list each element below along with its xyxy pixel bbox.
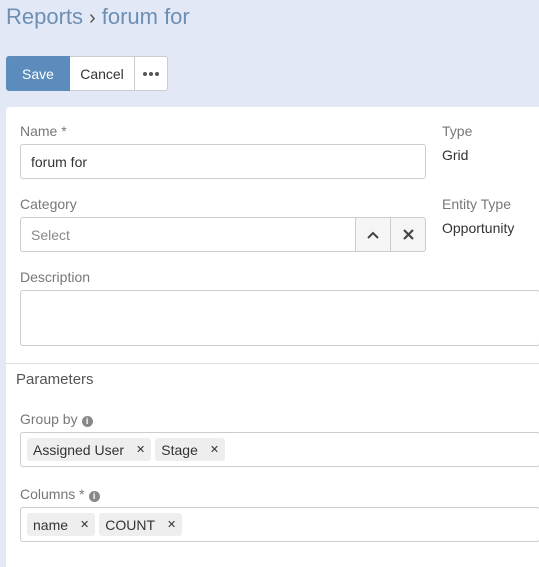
parameters-heading: Parameters (16, 371, 94, 388)
breadcrumb: Reports › forum for (6, 4, 190, 30)
remove-tag-icon[interactable]: ✕ (136, 443, 145, 456)
breadcrumb-separator: › (89, 7, 96, 29)
cancel-button[interactable]: Cancel (70, 56, 135, 91)
type-value: Grid (442, 147, 469, 163)
breadcrumb-current: forum for (101, 4, 190, 29)
column-tag: name ✕ (27, 513, 96, 536)
columns-field[interactable]: name ✕ COUNT ✕ (20, 507, 539, 542)
remove-tag-icon[interactable]: ✕ (80, 518, 89, 531)
group-by-field[interactable]: Assigned User ✕ Stage ✕ (20, 432, 539, 467)
name-label: Name * (20, 123, 67, 139)
description-label: Description (20, 269, 91, 285)
info-icon[interactable]: i (81, 416, 93, 427)
breadcrumb-root[interactable]: Reports (6, 4, 83, 29)
group-by-tag: Stage ✕ (155, 438, 226, 461)
close-icon (402, 229, 414, 240)
save-button[interactable]: Save (6, 56, 70, 91)
entity-type-label: Entity Type (442, 196, 512, 212)
category-input[interactable]: Select (20, 217, 356, 252)
info-icon[interactable]: i (88, 491, 100, 502)
category-label: Category (20, 196, 77, 212)
category-expand-button[interactable] (356, 217, 391, 252)
remove-tag-icon[interactable]: ✕ (210, 443, 219, 456)
ellipsis-icon (143, 71, 159, 76)
more-actions-button[interactable] (135, 56, 168, 91)
group-by-label: Group by i (20, 411, 93, 427)
remove-tag-icon[interactable]: ✕ (167, 518, 176, 531)
action-toolbar: Save Cancel (6, 56, 168, 91)
description-textarea[interactable] (20, 290, 539, 346)
entity-type-value: Opportunity (442, 220, 515, 236)
category-select: Select (20, 217, 426, 252)
columns-label: Columns * i (20, 486, 100, 502)
category-clear-button[interactable] (391, 217, 426, 252)
type-label: Type (442, 123, 473, 139)
edit-panel: Name * forum for Type Grid Category Sele… (6, 107, 539, 567)
name-input[interactable]: forum for (20, 144, 426, 179)
section-divider (6, 363, 539, 364)
chevron-up-icon (367, 231, 379, 239)
column-tag: COUNT ✕ (99, 513, 183, 536)
group-by-tag: Assigned User ✕ (27, 438, 152, 461)
